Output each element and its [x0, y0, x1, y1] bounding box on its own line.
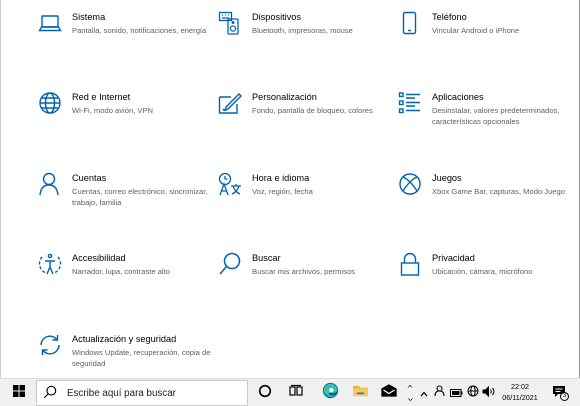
apps-list-icon	[398, 91, 422, 115]
settings-window: Sistema Pantalla, sonido, notificaciones…	[0, 0, 580, 378]
tile-title: Actualización y seguridad	[72, 334, 177, 344]
tile-title: Juegos	[432, 173, 462, 183]
tile-description: Narrador, lupa, contraste alto	[72, 267, 170, 276]
tile-description: Wi-Fi, modo avión, VPN	[72, 106, 154, 115]
search-placeholder: Escribe aquí para buscar	[67, 387, 176, 399]
volume-button[interactable]	[481, 379, 496, 406]
phone-icon	[398, 11, 422, 35]
tile-title: Buscar	[252, 253, 281, 263]
tile-title: Aplicaciones	[432, 92, 484, 102]
accessibility-icon	[38, 252, 62, 276]
tile-title: Hora e idioma	[252, 173, 310, 183]
notification-icon: 3	[552, 385, 569, 401]
person-icon	[38, 172, 62, 196]
taskbar-search-box[interactable]: Escribe aquí para buscar	[36, 380, 248, 406]
tile-title: Cuentas	[72, 173, 107, 183]
edge-taskbar-button[interactable]	[318, 379, 342, 406]
laptop-icon	[38, 11, 62, 35]
tile-aplicaciones[interactable]: Aplicaciones Desinstalar, valores predet…	[398, 91, 573, 161]
start-button[interactable]	[6, 379, 32, 406]
scroll-taskbar-buttons[interactable]: ^ ^	[404, 379, 416, 406]
mail-taskbar-button[interactable]	[377, 379, 401, 406]
tile-title: Dispositivos	[252, 12, 302, 22]
action-center-button[interactable]: 3	[548, 379, 572, 406]
tile-red-internet[interactable]: Red e Internet Wi-Fi, modo avión, VPN	[38, 91, 213, 161]
tray-people-button[interactable]	[432, 379, 446, 406]
clock-time: 22:02	[511, 382, 529, 391]
speaker-volume-icon	[482, 384, 495, 402]
battery-icon	[449, 384, 463, 402]
tile-telefono[interactable]: Teléfono Vincular Android o iPhone	[398, 11, 573, 81]
tile-title: Red e Internet	[72, 92, 131, 102]
windows-logo-icon	[13, 384, 25, 402]
edge-browser-icon	[322, 382, 339, 404]
tile-buscar[interactable]: Buscar Buscar mis archivos, permisos	[218, 252, 393, 322]
person-tray-icon	[433, 384, 445, 402]
tile-juegos[interactable]: Juegos Xbox Game Bar, capturas, Modo Jue…	[398, 172, 573, 242]
tile-description: Fondo, pantalla de bloqueo, colores	[252, 106, 373, 115]
notification-badge: 3	[560, 392, 569, 401]
paint-pen-icon	[218, 91, 242, 115]
task-view-icon	[289, 384, 303, 403]
globe-icon	[38, 91, 62, 115]
folder-icon	[352, 383, 369, 403]
tile-description: Ubicación, cámara, micrófono	[432, 267, 533, 276]
tile-personalizacion[interactable]: Personalización Fondo, pantalla de bloqu…	[218, 91, 393, 161]
cortana-button[interactable]	[253, 379, 277, 406]
tile-accesibilidad[interactable]: Accesibilidad Narrador, lupa, contraste …	[38, 252, 213, 322]
tile-privacidad[interactable]: Privacidad Ubicación, cámara, micrófono	[398, 252, 573, 322]
tile-title: Personalización	[252, 92, 317, 102]
task-view-button[interactable]	[284, 379, 308, 406]
tile-description: Pantalla, sonido, notificaciones, energí…	[72, 26, 207, 35]
time-language-icon	[218, 172, 242, 196]
chevron-up-icon: ^	[406, 384, 414, 393]
keyboard-devices-icon	[218, 11, 242, 35]
tile-description: Cuentas, correo electrónico, sincronizar…	[72, 187, 208, 207]
tile-description: Xbox Game Bar, capturas, Modo Juego	[432, 187, 565, 196]
mail-envelope-icon	[381, 384, 397, 402]
search-icon	[218, 252, 242, 276]
show-hidden-icons-button[interactable]	[418, 379, 430, 406]
network-button[interactable]	[465, 379, 480, 406]
tile-title: Sistema	[72, 12, 106, 22]
xbox-icon	[398, 172, 422, 196]
file-explorer-taskbar-button[interactable]	[348, 379, 372, 406]
tile-description: Voz, región, fecha	[252, 187, 313, 196]
taskbar-clock[interactable]: 22:02 06/11/2021	[497, 381, 543, 405]
tile-description: Bluetooth, impresoras, mouse	[252, 26, 353, 35]
tile-hora-idioma[interactable]: Hora e idioma Voz, región, fecha	[218, 172, 393, 242]
taskbar: Escribe aquí para buscar ^ ^ 22:02 06/11…	[0, 378, 580, 406]
tile-description: Desinstalar, valores predeterminados, ca…	[432, 106, 560, 126]
tile-title: Accesibilidad	[72, 253, 126, 263]
tile-title: Teléfono	[432, 12, 467, 22]
tile-title: Privacidad	[432, 253, 475, 263]
chevron-down-icon: ^	[406, 393, 414, 402]
cortana-circle-icon	[258, 384, 272, 403]
tile-dispositivos[interactable]: Dispositivos Bluetooth, impresoras, mous…	[218, 11, 393, 81]
chevron-up-icon	[420, 384, 428, 402]
tile-description: Buscar mis archivos, permisos	[252, 267, 355, 276]
tile-cuentas[interactable]: Cuentas Cuentas, correo electrónico, sin…	[38, 172, 213, 242]
tile-sistema[interactable]: Sistema Pantalla, sonido, notificaciones…	[38, 11, 213, 81]
globe-network-icon	[467, 384, 479, 402]
update-sync-icon	[38, 333, 62, 357]
tile-description: Windows Update, recuperación, copia de s…	[72, 348, 211, 368]
battery-button[interactable]	[448, 379, 464, 406]
tile-description: Vincular Android o iPhone	[432, 26, 520, 35]
lock-icon	[398, 252, 422, 276]
search-icon	[43, 385, 59, 401]
clock-date: 06/11/2021	[502, 393, 538, 402]
